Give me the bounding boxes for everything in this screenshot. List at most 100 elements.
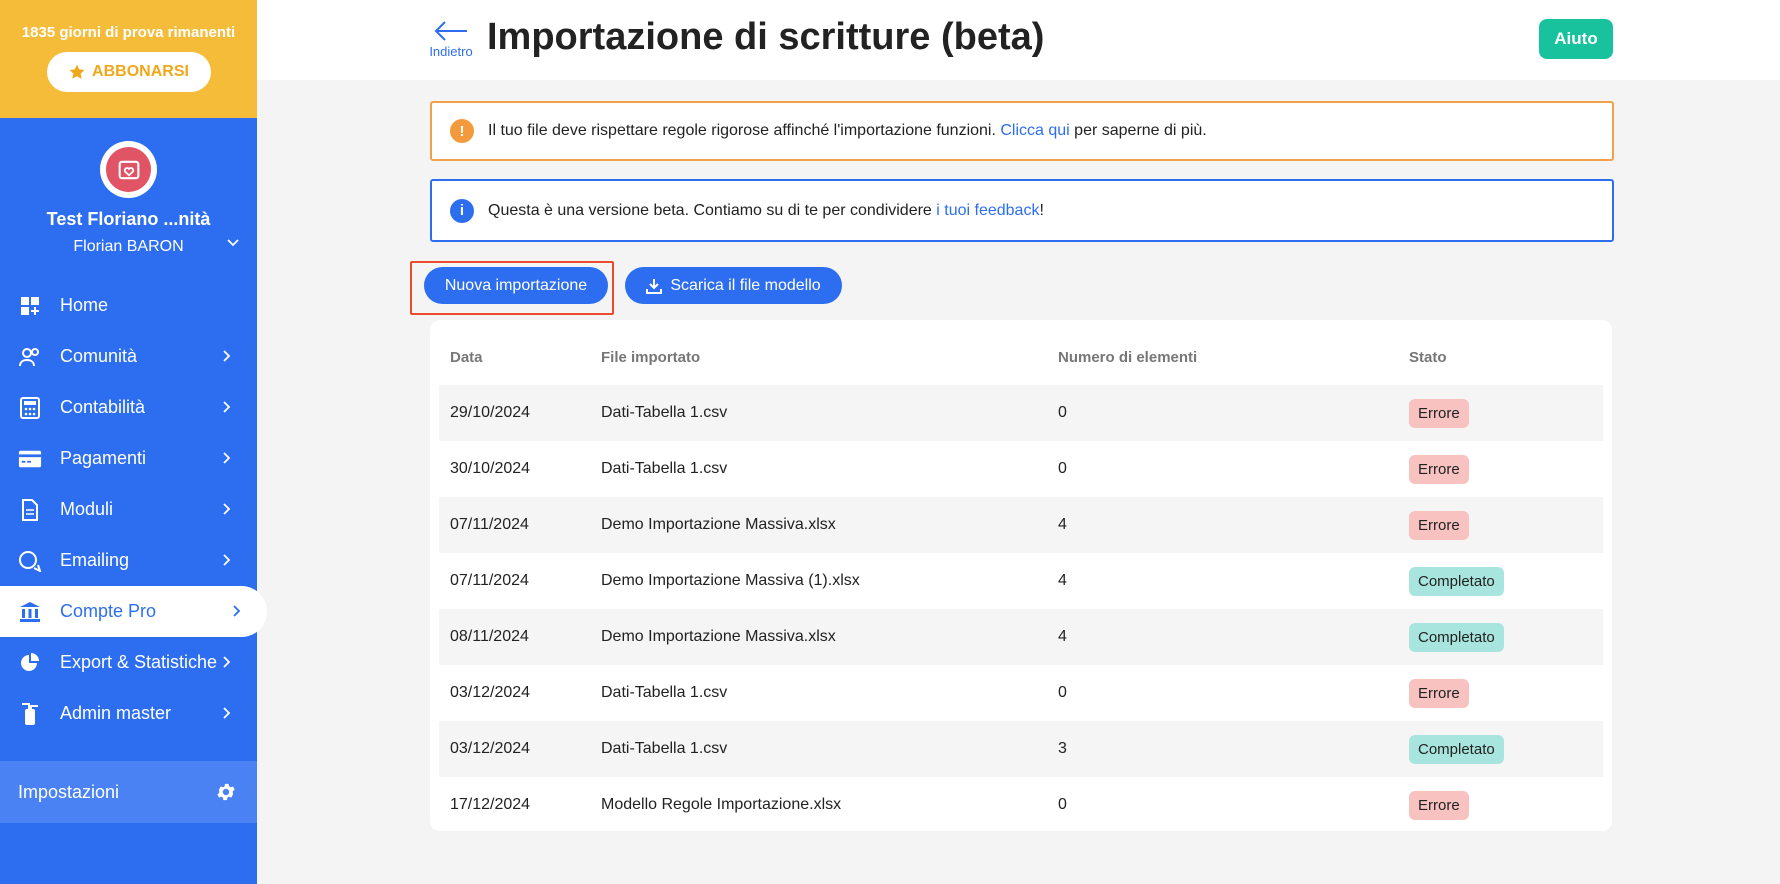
- cell-count: 3: [1047, 721, 1398, 777]
- cell-status: Errore: [1398, 665, 1603, 721]
- table-row[interactable]: 03/12/2024 Dati-Tabella 1.csv 0 Errore: [439, 665, 1603, 721]
- status-badge: Errore: [1409, 678, 1469, 708]
- download-template-label: Scarica il file modello: [670, 276, 821, 294]
- bank-icon: [18, 600, 42, 624]
- column-header-count[interactable]: Numero di elementi: [1047, 329, 1398, 385]
- cell-file: Dati-Tabella 1.csv: [590, 385, 1047, 441]
- column-header-file[interactable]: File importato: [590, 329, 1047, 385]
- new-import-button[interactable]: Nuova importazione: [424, 267, 608, 304]
- column-header-status[interactable]: Stato: [1398, 329, 1603, 385]
- cell-count: 0: [1058, 684, 1067, 701]
- table-row[interactable]: 03/12/2024 Dati-Tabella 1.csv 3 Completato: [439, 721, 1603, 777]
- cell-count: 4: [1047, 497, 1398, 553]
- cell-date: 03/12/2024: [450, 684, 531, 701]
- cell-date: 08/11/2024: [439, 609, 590, 665]
- settings-link[interactable]: Impostazioni: [0, 761, 257, 823]
- chart-pie-icon: [18, 651, 42, 675]
- cell-status: Completato: [1398, 721, 1603, 777]
- status-badge: Errore: [1409, 454, 1469, 484]
- avatar: [100, 141, 157, 198]
- sidebar-item-label: Export & Statistiche: [60, 652, 218, 672]
- back-label: Indietro: [429, 44, 473, 59]
- column-header-date[interactable]: Data: [439, 329, 590, 385]
- table-header-row: Data File importato Numero di elementi S…: [439, 329, 1603, 385]
- sidebar-item-compte-pro[interactable]: Compte Pro: [0, 586, 267, 637]
- cell-file: Demo Importazione Massiva.xlsx: [590, 609, 1047, 665]
- warning-text-after: per saperne di più.: [1069, 122, 1207, 139]
- warning-text-before: Il tuo file deve rispettare regole rigor…: [488, 122, 1001, 139]
- warning-text: Il tuo file deve rispettare regole rigor…: [488, 122, 1207, 140]
- cell-file: Demo Importazione Massiva.xlsx: [590, 497, 1047, 553]
- chevron-right-icon: [223, 503, 231, 515]
- imports-table-card: Data File importato Numero di elementi S…: [430, 320, 1612, 831]
- gear-icon[interactable]: [215, 781, 237, 803]
- document-icon: [18, 498, 42, 522]
- warning-alert: ! Il tuo file deve rispettare regole rig…: [430, 101, 1614, 161]
- cell-status: Completato: [1398, 609, 1603, 665]
- chevron-right-icon: [233, 605, 241, 617]
- cell-file: Dati-Tabella 1.csv: [601, 460, 728, 477]
- table-row[interactable]: 29/10/2024 Dati-Tabella 1.csv 0 Errore: [439, 385, 1603, 441]
- settings-label: Impostazioni: [18, 781, 120, 802]
- download-template-button[interactable]: Scarica il file modello: [625, 267, 842, 304]
- chevron-right-icon: [223, 350, 231, 362]
- status-badge: Completato: [1409, 734, 1504, 764]
- users-icon: [18, 345, 42, 369]
- cell-status: Errore: [1398, 497, 1603, 553]
- dashboard-icon: [18, 294, 42, 318]
- subscribe-button[interactable]: ABBONARSI: [46, 52, 211, 92]
- table-row[interactable]: 08/11/2024 Demo Importazione Massiva.xlsx…: [439, 609, 1603, 665]
- sidebar-item-label: Compte Pro: [60, 601, 157, 621]
- status-badge: Errore: [1409, 398, 1469, 428]
- feedback-link[interactable]: i tuoi feedback: [936, 202, 1039, 219]
- page-title: Importazione di scritture (beta): [487, 16, 1045, 58]
- warning-icon: !: [450, 119, 474, 143]
- back-button[interactable]: Indietro: [426, 20, 476, 59]
- table-row[interactable]: 17/12/2024 Modello Regole Importazione.xl…: [439, 777, 1603, 833]
- sidebar-item-label: Pagamenti: [60, 448, 147, 468]
- cell-file: Dati-Tabella 1.csv: [601, 684, 728, 701]
- chevron-down-icon[interactable]: [225, 234, 241, 250]
- sidebar-item-label: Moduli: [60, 499, 114, 519]
- calculator-icon: [18, 396, 42, 420]
- cell-date: 03/12/2024: [439, 721, 590, 777]
- profile-section: Test Floriano ...nità Florian BARON: [0, 118, 257, 280]
- table-row[interactable]: 07/11/2024 Demo Importazione Massiva.xlsx…: [439, 497, 1603, 553]
- status-badge: Completato: [1409, 566, 1504, 596]
- sidebar-item-admin-master[interactable]: Admin master: [0, 688, 257, 739]
- cell-count: 0: [1047, 385, 1398, 441]
- sidebar-item-home[interactable]: Home: [0, 280, 257, 331]
- sidebar-item-comunita[interactable]: Comunità: [0, 331, 257, 382]
- cell-date: 30/10/2024: [450, 460, 531, 477]
- cell-count: 0: [1058, 796, 1067, 813]
- star-icon: [69, 64, 85, 79]
- rules-link[interactable]: Clicca qui: [1000, 122, 1069, 139]
- user-name[interactable]: Florian BARON: [73, 238, 183, 256]
- cell-count: 4: [1047, 609, 1398, 665]
- sidebar-item-export-statistiche[interactable]: Export & Statistiche: [0, 637, 257, 688]
- info-text-after: !: [1039, 201, 1044, 219]
- sidebar-item-pagamenti[interactable]: Pagamenti: [0, 433, 257, 484]
- trial-banner: 1835 giorni di prova rimanenti ABBONARSI: [0, 0, 257, 118]
- info-alert: i Questa è una versione beta. Contiamo s…: [430, 179, 1614, 242]
- info-text-before: Questa è una versione beta. Contiamo su …: [488, 201, 937, 219]
- sidebar-item-label: Home: [60, 295, 109, 315]
- chat-icon: [18, 549, 42, 573]
- cell-count: 0: [1058, 460, 1067, 477]
- sidebar-item-contabilita[interactable]: Contabilità: [0, 382, 257, 433]
- help-button[interactable]: Aiuto: [1539, 19, 1613, 59]
- sidebar-item-emailing[interactable]: Emailing: [0, 535, 257, 586]
- imports-table: Data File importato Numero di elementi S…: [439, 329, 1603, 833]
- org-name: Test Floriano ...nità: [46, 209, 211, 229]
- sidebar-item-label: Admin master: [60, 703, 172, 723]
- table-row[interactable]: 30/10/2024 Dati-Tabella 1.csv 0 Errore: [439, 441, 1603, 497]
- info-text: Questa è una versione beta. Contiamo su …: [488, 202, 1044, 220]
- cell-status: Errore: [1398, 777, 1603, 833]
- trial-text: 1835 giorni di prova rimanenti: [21, 24, 236, 41]
- sidebar-item-label: Comunità: [60, 346, 138, 366]
- download-icon: [646, 278, 663, 294]
- cell-file: Demo Importazione Massiva (1).xlsx: [601, 572, 860, 589]
- table-row[interactable]: 07/11/2024 Demo Importazione Massiva (1).…: [439, 553, 1603, 609]
- sidebar: 1835 giorni di prova rimanenti ABBONARSI…: [0, 0, 267, 884]
- sidebar-item-moduli[interactable]: Moduli: [0, 484, 257, 535]
